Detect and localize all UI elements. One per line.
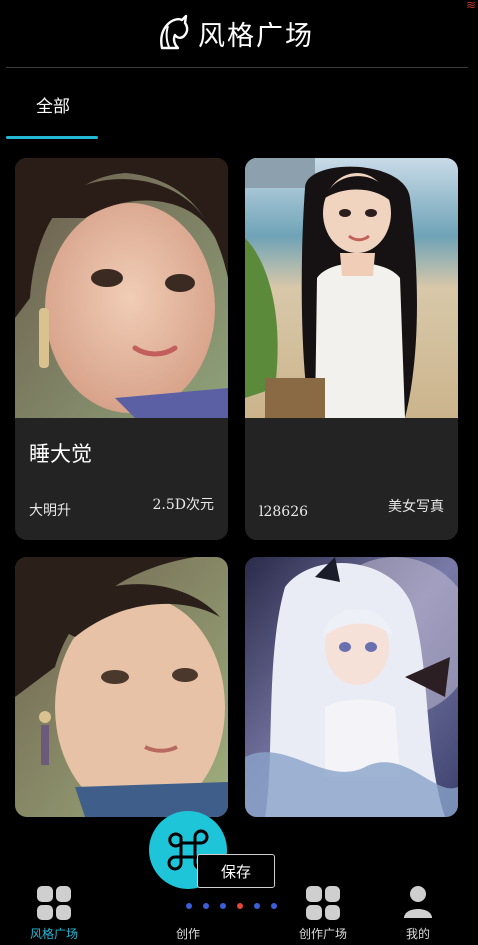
card-style-tag: 美女写真 — [388, 499, 444, 515]
grid-icon — [37, 886, 71, 920]
header: 风格广场 — [0, 0, 478, 68]
card-image — [245, 557, 458, 817]
carousel-dot — [254, 903, 260, 909]
horse-head-icon — [160, 14, 189, 50]
carousel-dot-active — [237, 903, 243, 909]
nav-item-style-square[interactable]: 风格广场 — [9, 925, 99, 942]
carousel-dot — [203, 903, 209, 909]
grid-icon — [306, 886, 340, 920]
nav-item-creation-square[interactable]: 创作广场 — [278, 925, 368, 942]
card-author: l28626 — [259, 504, 309, 520]
card-author: 大明升 — [29, 503, 71, 519]
tab-indicator — [6, 136, 98, 139]
card-name: 睡大觉 — [29, 442, 92, 466]
style-card[interactable] — [245, 557, 458, 817]
user-icon — [404, 886, 432, 918]
save-button[interactable]: 保存 — [197, 854, 275, 888]
style-card[interactable]: l28626 美女写真 — [245, 158, 458, 540]
header-divider — [6, 67, 468, 68]
nav-item-create[interactable]: 创作 — [143, 925, 233, 942]
carousel-indicator — [186, 903, 277, 909]
style-card[interactable]: 睡大觉 大明升 2.5D次元 — [15, 158, 228, 540]
card-image — [15, 158, 228, 418]
card-info: 睡大觉 大明升 2.5D次元 — [15, 418, 228, 540]
page-title: 风格广场 — [198, 21, 314, 52]
nav-item-mine[interactable]: 我的 — [373, 925, 463, 942]
carousel-dot — [220, 903, 226, 909]
carousel-dot — [186, 903, 192, 909]
carousel-dot — [271, 903, 277, 909]
card-image — [15, 557, 228, 817]
card-style-tag: 2.5D次元 — [152, 497, 215, 513]
tab-all[interactable]: 全部 — [36, 92, 70, 117]
style-card[interactable] — [15, 557, 228, 817]
card-image — [245, 158, 458, 418]
card-info: l28626 美女写真 — [245, 418, 458, 540]
